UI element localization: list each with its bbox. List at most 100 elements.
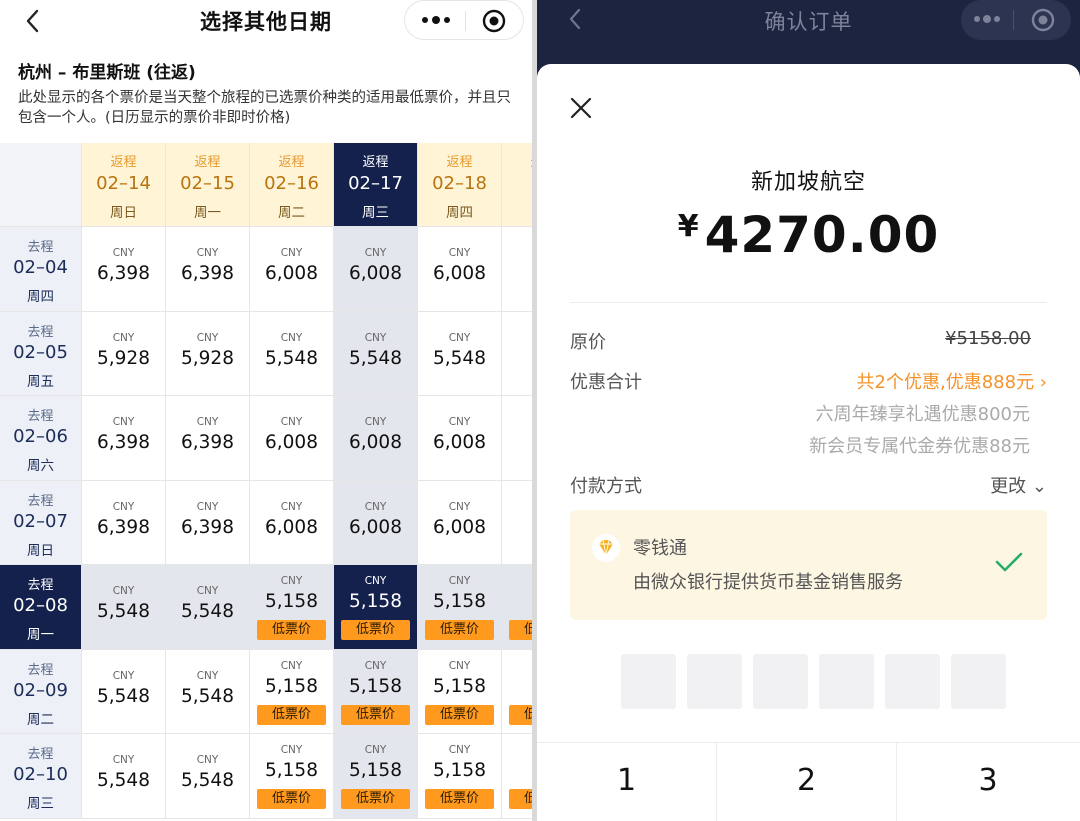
depart-date-header[interactable]: 去程 02–09 周二 bbox=[0, 649, 82, 734]
depart-weekday: 周四 bbox=[27, 289, 54, 305]
keypad-key-3[interactable]: 3 bbox=[898, 743, 1078, 821]
fare-cell[interactable]: CNY 5,548 bbox=[166, 565, 250, 650]
fare-cell[interactable]: CNY 5,548 bbox=[166, 734, 250, 819]
return-date-header[interactable]: 返程 02–16 周二 bbox=[250, 143, 334, 227]
capsule-separator bbox=[465, 11, 466, 31]
fare-cell[interactable]: CNY 5,158 低票价 bbox=[334, 565, 418, 650]
fare-cell[interactable]: CNY 6,008 bbox=[334, 480, 418, 565]
fare-currency: CNY bbox=[448, 331, 471, 344]
fare-cell[interactable]: CNY 6,008 bbox=[418, 396, 502, 481]
fare-cell[interactable]: CNY 6, bbox=[502, 480, 532, 565]
fare-cell[interactable]: CNY 6,008 bbox=[250, 396, 334, 481]
fare-cell[interactable]: CNY 5,158 低票价 bbox=[418, 649, 502, 734]
fare-cell[interactable]: CNY 6,398 bbox=[82, 480, 166, 565]
fare-cell[interactable]: CNY 6,398 bbox=[166, 396, 250, 481]
fare-cell[interactable]: CNY 5,158 低票价 bbox=[250, 734, 334, 819]
payment-option-desc: 由微众银行提供货币基金销售服务 bbox=[633, 572, 903, 593]
depart-date-header[interactable]: 去程 02–06 周六 bbox=[0, 396, 82, 481]
fare-cell[interactable]: CNY 6,398 bbox=[82, 396, 166, 481]
fare-cell[interactable]: CNY 5, 低票价 bbox=[502, 649, 532, 734]
fare-cell[interactable]: CNY 5,548 bbox=[334, 311, 418, 396]
depart-date-header[interactable]: 去程 02–08 周一 bbox=[0, 565, 82, 650]
route-title: 杭州 – 布里斯班 (往返) bbox=[18, 63, 196, 83]
fare-cell[interactable]: CNY 5,158 低票价 bbox=[250, 649, 334, 734]
fare-amount: 6,398 bbox=[97, 263, 150, 284]
fare-cell[interactable]: CNY 5,928 bbox=[82, 311, 166, 396]
fare-cell[interactable]: CNY 5,158 低票价 bbox=[418, 565, 502, 650]
close-icon[interactable] bbox=[569, 96, 593, 120]
return-date-header[interactable]: 返程 02–18 周四 bbox=[418, 143, 502, 227]
change-payment-button[interactable]: 更改 ⌄ bbox=[990, 472, 1047, 498]
low-fare-badge: 低票价 bbox=[509, 789, 532, 809]
fare-currency: CNY bbox=[448, 416, 471, 428]
discount-label: 优惠合计 bbox=[570, 372, 642, 393]
fare-currency: CNY bbox=[502, 332, 532, 344]
depart-label: 去程 bbox=[27, 662, 54, 678]
fare-cell[interactable]: CNY 5,548 bbox=[82, 565, 166, 650]
fare-amount: 5,928 bbox=[181, 347, 234, 369]
return-date-header[interactable]: 返程 02–15 周一 bbox=[166, 143, 250, 227]
fare-amount: 6,008 bbox=[265, 432, 318, 453]
pin-box bbox=[885, 654, 940, 709]
fare-cell[interactable]: CNY 6,008 bbox=[418, 480, 502, 565]
fare-cell[interactable]: CNY 5,548 bbox=[82, 649, 166, 734]
original-price-value: ¥5158.00 bbox=[945, 328, 1031, 349]
fare-cell[interactable]: CNY 5,548 bbox=[166, 649, 250, 734]
return-weekday: 周日 bbox=[110, 205, 137, 221]
keypad-key-1[interactable]: 1 bbox=[537, 743, 717, 821]
fare-cell[interactable]: CNY 5, 低票价 bbox=[502, 734, 532, 819]
return-date: 02–17 bbox=[348, 173, 403, 194]
pay-amount: ¥4270.00 bbox=[537, 206, 1080, 264]
depart-date-header[interactable]: 去程 02–07 周日 bbox=[0, 480, 82, 565]
return-weekday: 周一 bbox=[194, 205, 221, 221]
payment-method-label: 付款方式 bbox=[570, 476, 642, 497]
return-date-header[interactable]: 返程 02 周 bbox=[502, 143, 532, 227]
depart-date: 02–07 bbox=[13, 510, 68, 532]
fare-cell[interactable]: CNY 6,008 bbox=[250, 480, 334, 565]
fare-cell[interactable]: CNY 5,548 bbox=[418, 311, 502, 396]
nav-bar-dimmed: 确认订单 bbox=[537, 0, 1080, 50]
depart-date-header[interactable]: 去程 02–05 周五 bbox=[0, 311, 82, 396]
return-date-header[interactable]: 返程 02–17 周三 bbox=[334, 143, 418, 227]
fare-cell[interactable]: CNY 5,158 低票价 bbox=[250, 565, 334, 650]
fare-cell[interactable]: CNY 6,008 bbox=[334, 227, 418, 312]
fare-cell[interactable]: CNY 5, 低票价 bbox=[502, 565, 532, 650]
fare-cell[interactable]: CNY 6, bbox=[502, 227, 532, 312]
fare-cell[interactable]: CNY 5,158 低票价 bbox=[334, 734, 418, 819]
fare-cell[interactable]: CNY 5, bbox=[502, 311, 532, 396]
fare-currency: CNY bbox=[280, 575, 303, 587]
fare-cell[interactable]: CNY 6,008 bbox=[334, 396, 418, 481]
fare-amount: 6,008 bbox=[349, 263, 402, 284]
fare-amount: 5,548 bbox=[265, 347, 318, 369]
keypad-key-2[interactable]: 2 bbox=[717, 743, 897, 821]
discount-item: 六周年臻享礼遇优惠800元 bbox=[815, 404, 1030, 425]
target-icon[interactable] bbox=[482, 9, 506, 33]
return-label: 返程 bbox=[110, 155, 137, 170]
return-date-header[interactable]: 返程 02–14 周日 bbox=[82, 143, 166, 227]
capsule-separator bbox=[1013, 10, 1014, 30]
fare-cell[interactable]: CNY 5,928 bbox=[166, 311, 250, 396]
fare-cell[interactable]: CNY 6,008 bbox=[250, 227, 334, 312]
fare-cell[interactable]: CNY 5,158 低票价 bbox=[418, 734, 502, 819]
depart-date-header[interactable]: 去程 02–04 周四 bbox=[0, 227, 82, 312]
discount-value[interactable]: 共2个优惠,优惠888元 › bbox=[857, 368, 1047, 394]
fare-cell[interactable]: CNY 6,398 bbox=[82, 227, 166, 312]
fare-cell[interactable]: CNY 6,398 bbox=[166, 227, 250, 312]
payment-option-card[interactable]: 零钱通 由微众银行提供货币基金销售服务 bbox=[570, 510, 1047, 620]
fare-cell[interactable]: CNY 6, bbox=[502, 396, 532, 481]
fare-currency: CNY bbox=[364, 331, 387, 344]
discount-row[interactable]: 优惠合计 共2个优惠,优惠888元 › bbox=[570, 368, 1047, 396]
more-dots-icon[interactable] bbox=[973, 12, 1001, 26]
fare-cell[interactable]: CNY 6,398 bbox=[166, 480, 250, 565]
return-label: 返程 bbox=[502, 151, 532, 170]
fare-amount: 5,158 bbox=[349, 675, 402, 697]
target-icon[interactable] bbox=[1031, 8, 1055, 32]
fare-currency: CNY bbox=[280, 500, 303, 513]
more-dots-icon[interactable] bbox=[421, 13, 451, 27]
fare-cell[interactable]: CNY 6,008 bbox=[418, 227, 502, 312]
fare-cell[interactable]: CNY 5,548 bbox=[82, 734, 166, 819]
fare-currency: CNY bbox=[112, 247, 135, 259]
fare-cell[interactable]: CNY 5,548 bbox=[250, 311, 334, 396]
fare-cell[interactable]: CNY 5,158 低票价 bbox=[334, 649, 418, 734]
depart-date-header[interactable]: 去程 02–10 周三 bbox=[0, 734, 82, 819]
